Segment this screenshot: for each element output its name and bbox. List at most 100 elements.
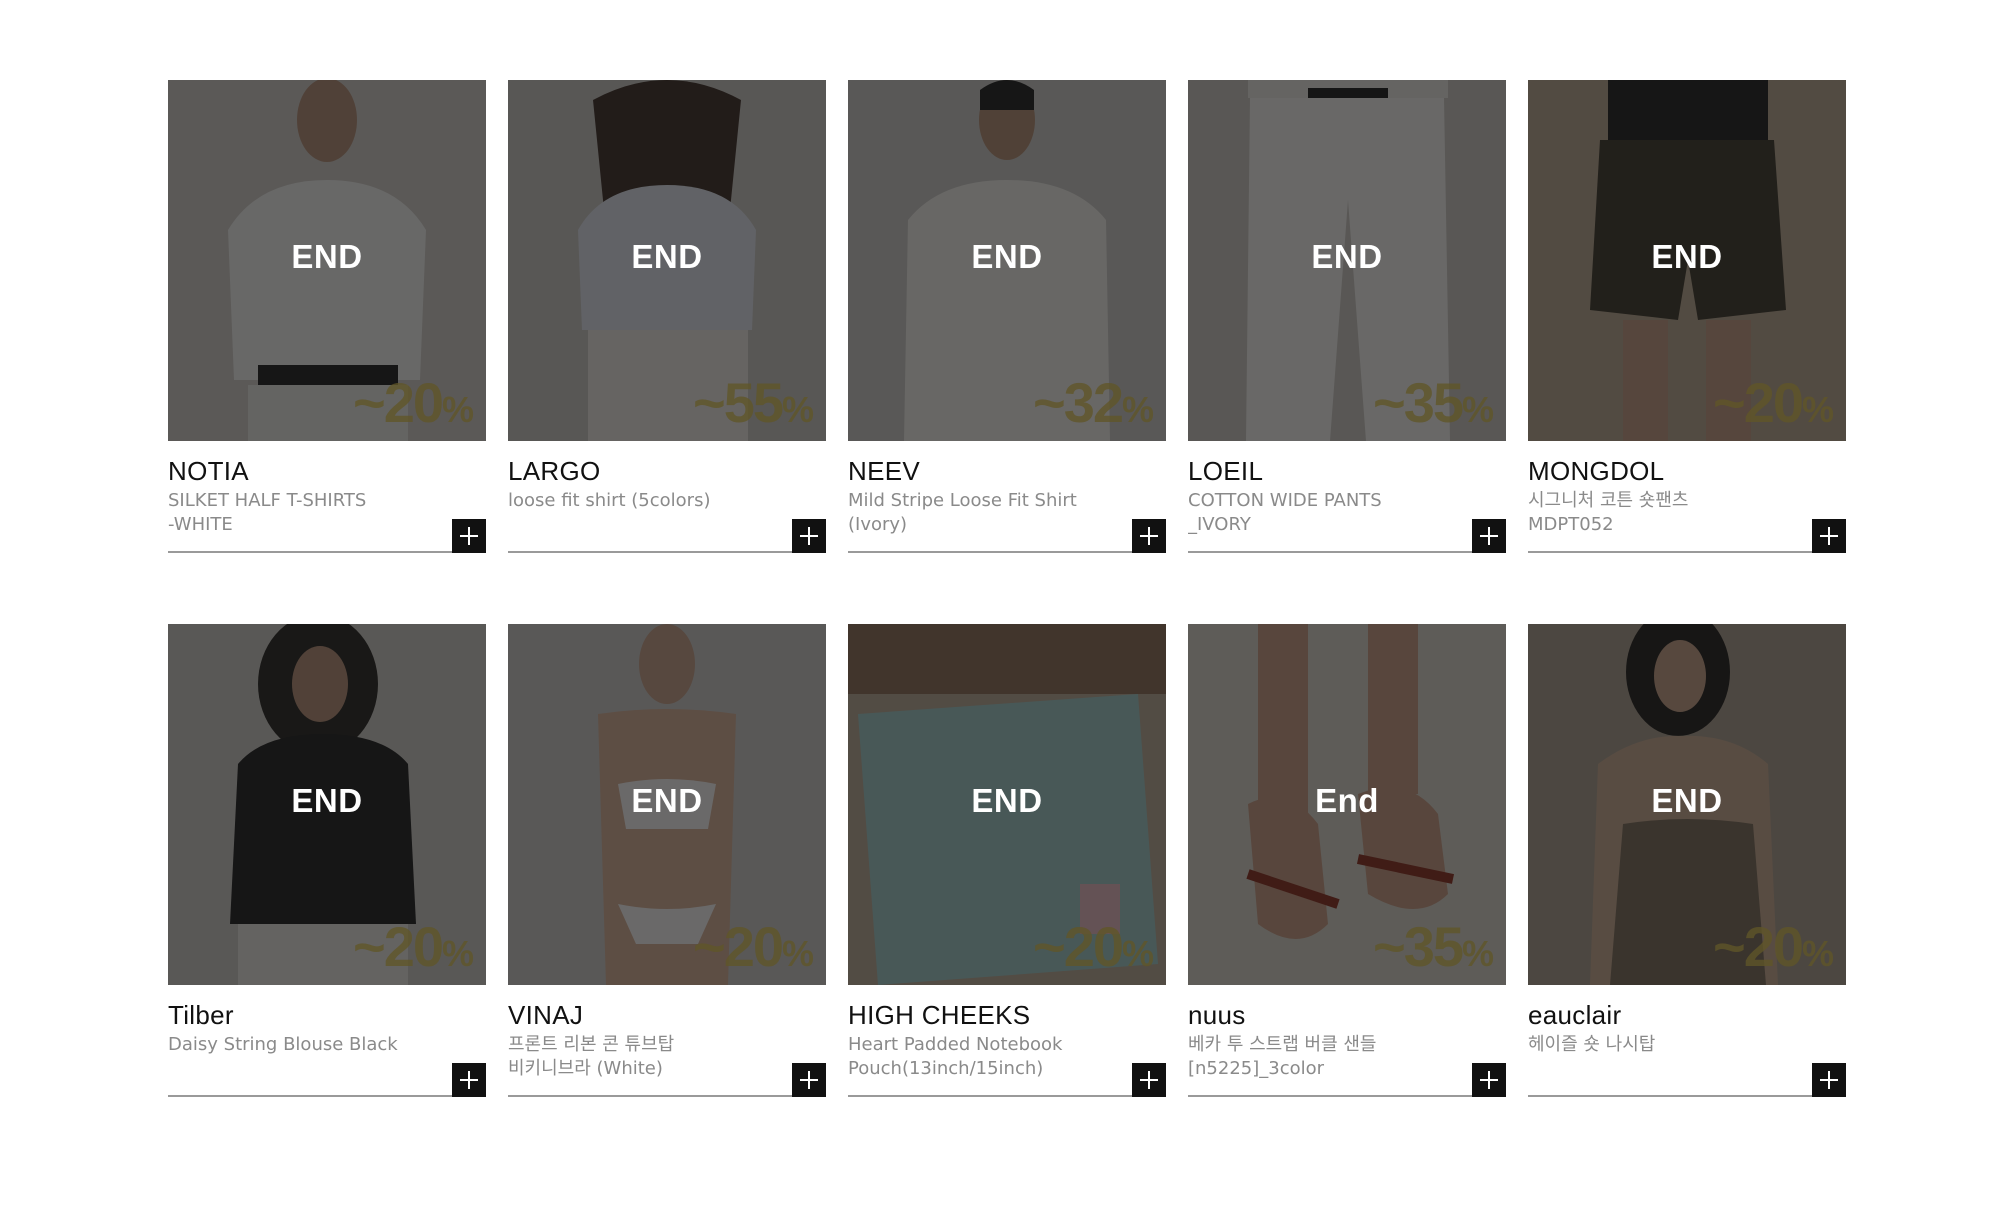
brand-name[interactable]: nuus [1188, 999, 1506, 1031]
discount-percent-sign: % [1121, 389, 1154, 430]
plus-icon [1820, 527, 1838, 545]
add-button[interactable] [452, 1063, 486, 1097]
product-image[interactable]: END ~20% [1528, 624, 1846, 985]
discount-value: ~35 [1372, 371, 1464, 434]
divider [1188, 1095, 1506, 1097]
product-image[interactable]: END ~20% [508, 624, 826, 985]
brand-name[interactable]: HIGH CHEEKS [848, 999, 1166, 1031]
plus-icon [1480, 527, 1498, 545]
plus-icon [800, 1071, 818, 1089]
divider [1188, 551, 1506, 553]
plus-icon [1140, 1071, 1158, 1089]
discount-value: ~35 [1372, 915, 1464, 978]
end-status-label: END [971, 782, 1043, 819]
discount-badge: ~20% [353, 919, 474, 975]
divider [1528, 1095, 1846, 1097]
discount-value: ~20 [692, 915, 784, 978]
plus-icon [460, 527, 478, 545]
end-status-label: END [291, 782, 363, 819]
discount-percent-sign: % [1801, 933, 1834, 974]
product-image[interactable]: End ~35% [1188, 624, 1506, 985]
divider [1528, 551, 1846, 553]
product-grid: END ~20% NOTIA SILKET HALF T-SHIRTS -WHITE E… [168, 80, 1846, 1097]
divider [168, 1095, 486, 1097]
brand-name[interactable]: MONGDOL [1528, 455, 1846, 487]
product-name[interactable]: 프론트 리본 콘 튜브탑 비키니브라 (White) [508, 1033, 758, 1081]
plus-icon [460, 1071, 478, 1089]
discount-value: ~20 [352, 371, 444, 434]
add-button[interactable] [1472, 1063, 1506, 1097]
brand-name[interactable]: LARGO [508, 455, 826, 487]
discount-badge: ~35% [1373, 919, 1494, 975]
end-status-label: END [631, 238, 703, 275]
product-card[interactable]: END ~20% Tilber Daisy String Blouse Black [168, 624, 486, 1097]
product-name[interactable]: COTTON WIDE PANTS _IVORY [1188, 489, 1438, 537]
discount-badge: ~20% [353, 375, 474, 431]
product-name[interactable]: loose fit shirt (5colors) [508, 489, 758, 537]
product-image[interactable]: END ~20% [848, 624, 1166, 985]
plus-icon [1820, 1071, 1838, 1089]
product-image[interactable]: END ~55% [508, 80, 826, 441]
divider [168, 551, 486, 553]
discount-value: ~20 [1712, 371, 1804, 434]
product-image[interactable]: END ~35% [1188, 80, 1506, 441]
add-button[interactable] [1132, 1063, 1166, 1097]
product-card[interactable]: END ~20% NOTIA SILKET HALF T-SHIRTS -WHITE [168, 80, 486, 553]
end-status-label: End [1315, 782, 1379, 819]
product-card[interactable]: END ~55% LARGO loose fit shirt (5colors) [508, 80, 826, 553]
product-card[interactable]: END ~35% LOEIL COTTON WIDE PANTS _IVORY [1188, 80, 1506, 553]
product-image[interactable]: END ~20% [168, 80, 486, 441]
discount-value: ~20 [352, 915, 444, 978]
add-button[interactable] [792, 1063, 826, 1097]
add-button[interactable] [1132, 519, 1166, 553]
plus-icon [1480, 1071, 1498, 1089]
plus-icon [1140, 527, 1158, 545]
discount-badge: ~20% [693, 919, 814, 975]
discount-percent-sign: % [781, 389, 814, 430]
discount-percent-sign: % [441, 389, 474, 430]
brand-name[interactable]: LOEIL [1188, 455, 1506, 487]
discount-badge: ~55% [693, 375, 814, 431]
brand-name[interactable]: Tilber [168, 999, 486, 1031]
product-name[interactable]: 시그니처 코튼 숏팬츠 MDPT052 [1528, 489, 1778, 537]
end-status-label: END [971, 238, 1043, 275]
product-name[interactable]: SILKET HALF T-SHIRTS -WHITE [168, 489, 418, 537]
product-image[interactable]: END ~32% [848, 80, 1166, 441]
product-name[interactable]: Daisy String Blouse Black [168, 1033, 418, 1081]
brand-name[interactable]: NEEV [848, 455, 1166, 487]
discount-percent-sign: % [781, 933, 814, 974]
product-image[interactable]: END ~20% [1528, 80, 1846, 441]
add-button[interactable] [1812, 519, 1846, 553]
product-card[interactable]: END ~20% MONGDOL 시그니처 코튼 숏팬츠 MDPT052 [1528, 80, 1846, 553]
discount-badge: ~32% [1033, 375, 1154, 431]
discount-badge: ~20% [1033, 919, 1154, 975]
discount-percent-sign: % [1461, 389, 1494, 430]
product-card[interactable]: End ~35% nuus 베카 투 스트랩 버클 샌들 [n5225]_3color [1188, 624, 1506, 1097]
product-name[interactable]: 헤이즐 숏 나시탑 [1528, 1033, 1778, 1081]
product-card[interactable]: END ~20% eauclair 헤이즐 숏 나시탑 [1528, 624, 1846, 1097]
discount-value: ~32 [1032, 371, 1124, 434]
add-button[interactable] [1812, 1063, 1846, 1097]
product-card[interactable]: END ~32% NEEV Mild Stripe Loose Fit Shirt (… [848, 80, 1166, 553]
discount-percent-sign: % [441, 933, 474, 974]
plus-icon [800, 527, 818, 545]
product-name[interactable]: 베카 투 스트랩 버클 샌들 [n5225]_3color [1188, 1033, 1438, 1081]
divider [508, 1095, 826, 1097]
end-status-label: END [291, 238, 363, 275]
discount-percent-sign: % [1801, 389, 1834, 430]
add-button[interactable] [452, 519, 486, 553]
product-card[interactable]: END ~20% HIGH CHEEKS Heart Padded Notebook … [848, 624, 1166, 1097]
product-name[interactable]: Heart Padded Notebook Pouch(13inch/15inc… [848, 1033, 1098, 1081]
product-image[interactable]: END ~20% [168, 624, 486, 985]
add-button[interactable] [1472, 519, 1506, 553]
end-status-label: END [1651, 238, 1723, 275]
product-card[interactable]: END ~20% VINAJ 프론트 리본 콘 튜브탑 비키니브라 (White) [508, 624, 826, 1097]
end-status-label: END [1311, 238, 1383, 275]
brand-name[interactable]: eauclair [1528, 999, 1846, 1031]
add-button[interactable] [792, 519, 826, 553]
brand-name[interactable]: VINAJ [508, 999, 826, 1031]
discount-badge: ~20% [1713, 375, 1834, 431]
divider [848, 1095, 1166, 1097]
brand-name[interactable]: NOTIA [168, 455, 486, 487]
product-name[interactable]: Mild Stripe Loose Fit Shirt (Ivory) [848, 489, 1098, 537]
